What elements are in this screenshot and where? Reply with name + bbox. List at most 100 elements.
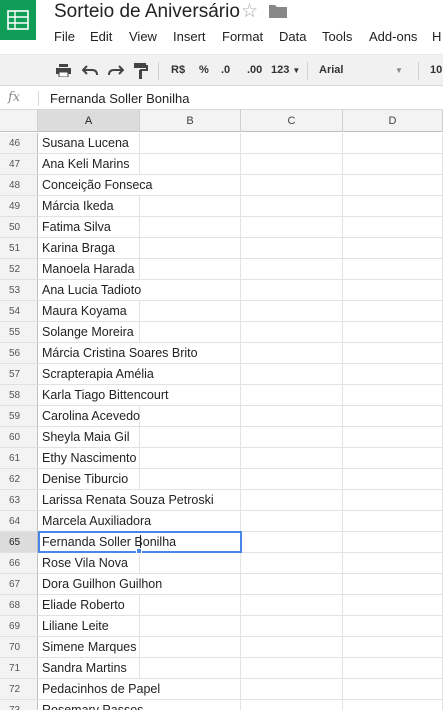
cell-c[interactable]	[241, 280, 343, 301]
print-icon[interactable]	[56, 64, 71, 77]
cell-c[interactable]	[241, 238, 343, 259]
cell-c[interactable]	[241, 427, 343, 448]
cell-b[interactable]	[140, 511, 241, 532]
cell-d[interactable]	[343, 511, 443, 532]
cell-d[interactable]	[343, 532, 443, 553]
cell-b[interactable]	[140, 427, 241, 448]
cell-a[interactable]: Dora Guilhon Guilhon	[38, 574, 163, 595]
cell-b[interactable]	[140, 637, 241, 658]
font-size-select[interactable]: 10	[430, 63, 442, 77]
cell-a[interactable]: Sandra Martins	[38, 658, 140, 679]
cell-c[interactable]	[241, 448, 343, 469]
row-header[interactable]: 66	[0, 553, 38, 574]
cell-d[interactable]	[343, 427, 443, 448]
cell-c[interactable]	[241, 469, 343, 490]
cell-d[interactable]	[343, 280, 443, 301]
cell-d[interactable]	[343, 700, 443, 710]
cell-b[interactable]	[140, 700, 241, 710]
cell-a[interactable]: Susana Lucena	[38, 133, 140, 154]
menu-addons[interactable]: Add-ons	[369, 28, 417, 46]
row-header[interactable]: 53	[0, 280, 38, 301]
cell-d[interactable]	[343, 385, 443, 406]
row-header[interactable]: 61	[0, 448, 38, 469]
cell-d[interactable]	[343, 406, 443, 427]
fill-handle[interactable]	[136, 548, 142, 554]
row-header[interactable]: 58	[0, 385, 38, 406]
cell-a[interactable]: Ethy Nascimento	[38, 448, 140, 469]
decrease-decimals-button[interactable]: .0	[221, 63, 230, 77]
menu-help[interactable]: H	[432, 28, 441, 46]
cell-d[interactable]	[343, 343, 443, 364]
cell-c[interactable]	[241, 259, 343, 280]
cell-d[interactable]	[343, 133, 443, 154]
cell-d[interactable]	[343, 175, 443, 196]
cell-a[interactable]: Fatima Silva	[38, 217, 140, 238]
menu-data[interactable]: Data	[279, 28, 306, 46]
paint-format-icon[interactable]	[134, 63, 148, 79]
row-header[interactable]: 49	[0, 196, 38, 217]
cell-b[interactable]	[140, 658, 241, 679]
menu-file[interactable]: File	[54, 28, 75, 46]
more-formats-button[interactable]: 123 ▼	[271, 63, 300, 78]
cell-c[interactable]	[241, 217, 343, 238]
folder-icon[interactable]	[269, 4, 287, 18]
cell-d[interactable]	[343, 301, 443, 322]
cell-c[interactable]	[241, 616, 343, 637]
cell-d[interactable]	[343, 490, 443, 511]
row-header[interactable]: 62	[0, 469, 38, 490]
cell-a[interactable]: Manoela Harada	[38, 259, 140, 280]
cell-a[interactable]: Ana Keli Marins	[38, 154, 140, 175]
cell-b[interactable]	[140, 217, 241, 238]
cell-b[interactable]	[140, 469, 241, 490]
document-title[interactable]: Sorteio de Aniversário	[54, 0, 240, 24]
menu-edit[interactable]: Edit	[90, 28, 112, 46]
cell-c[interactable]	[241, 322, 343, 343]
cell-d[interactable]	[343, 595, 443, 616]
cell-b[interactable]	[140, 196, 241, 217]
cell-c[interactable]	[241, 301, 343, 322]
row-header[interactable]: 68	[0, 595, 38, 616]
cell-d[interactable]	[343, 679, 443, 700]
cell-c[interactable]	[241, 490, 343, 511]
cell-a[interactable]: Solange Moreira	[38, 322, 140, 343]
cell-a[interactable]: Liliane Leite	[38, 616, 140, 637]
menu-insert[interactable]: Insert	[173, 28, 206, 46]
cell-c[interactable]	[241, 595, 343, 616]
row-header[interactable]: 64	[0, 511, 38, 532]
row-header[interactable]: 54	[0, 301, 38, 322]
cell-d[interactable]	[343, 364, 443, 385]
cell-a[interactable]: Eliade Roberto	[38, 595, 140, 616]
cell-d[interactable]	[343, 616, 443, 637]
cell-d[interactable]	[343, 448, 443, 469]
cell-c[interactable]	[241, 175, 343, 196]
cell-c[interactable]	[241, 406, 343, 427]
row-header[interactable]: 73	[0, 700, 38, 710]
currency-format-button[interactable]: R$	[171, 63, 185, 77]
increase-decimals-button[interactable]: .00	[247, 63, 262, 77]
cell-a[interactable]: Larissa Renata Souza Petroski	[38, 490, 214, 511]
row-header[interactable]: 63	[0, 490, 38, 511]
cell-c[interactable]	[241, 574, 343, 595]
cell-d[interactable]	[343, 658, 443, 679]
row-header[interactable]: 65	[0, 532, 38, 553]
cell-b[interactable]	[140, 595, 241, 616]
row-header[interactable]: 50	[0, 217, 38, 238]
row-header[interactable]: 69	[0, 616, 38, 637]
cell-a[interactable]: Pedacinhos de Papel	[38, 679, 161, 700]
formula-input[interactable]: Fernanda Soller Bonilha	[50, 91, 189, 106]
cell-a[interactable]: Marcela Auxiliadora	[38, 511, 152, 532]
cell-d[interactable]	[343, 637, 443, 658]
cell-a[interactable]: Rose Vila Nova	[38, 553, 140, 574]
redo-icon[interactable]	[108, 65, 124, 76]
cell-a[interactable]: Márcia Cristina Soares Brito	[38, 343, 198, 364]
cell-a[interactable]: Ana Lucia Tadioto	[38, 280, 142, 301]
select-all-corner[interactable]	[0, 110, 38, 132]
cell-d[interactable]	[343, 574, 443, 595]
cell-d[interactable]	[343, 217, 443, 238]
cell-c[interactable]	[241, 553, 343, 574]
cell-a[interactable]: Karina Braga	[38, 238, 140, 259]
cell-c[interactable]	[241, 385, 343, 406]
cell-c[interactable]	[241, 700, 343, 710]
row-header[interactable]: 55	[0, 322, 38, 343]
row-header[interactable]: 47	[0, 154, 38, 175]
